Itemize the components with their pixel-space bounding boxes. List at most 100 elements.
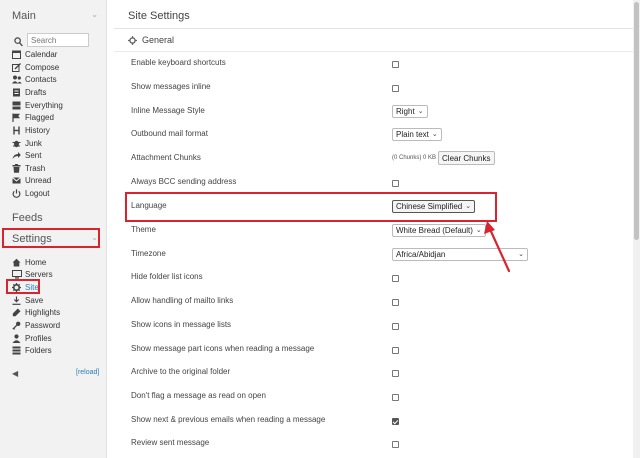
sidebar-item-everything[interactable]: Everything: [12, 99, 63, 111]
collapse-sidebar-icon[interactable]: ◀: [12, 369, 18, 378]
setting-row-always-bcc: Always BCC sending address: [114, 170, 633, 194]
unread-icon: [12, 176, 25, 185]
chevron-down-icon: ⌄: [518, 251, 524, 258]
setting-row-mailto-links: Allow handling of mailto links: [114, 289, 633, 313]
setting-label: Show messages inline: [131, 82, 211, 91]
setting-row-archive-original: Archive to the original folder: [114, 360, 633, 384]
main-content: Site Settings General Enable keyboard sh…: [114, 0, 633, 458]
setting-label: Attachment Chunks: [131, 153, 201, 162]
select-value: Africa/Abidjan: [396, 249, 446, 259]
sidebar-item-compose[interactable]: Compose: [12, 61, 59, 73]
profiles-icon: [12, 333, 25, 343]
main-section-header[interactable]: Main ⌄: [0, 6, 107, 28]
compose-icon: [12, 62, 25, 72]
chevron-down-icon[interactable]: ⌄: [91, 10, 98, 19]
part-icons-checkbox[interactable]: [392, 346, 399, 354]
setting-row-dont-flag-read: Don't flag a message as read on open: [114, 384, 633, 408]
sidebar-item-calendar[interactable]: Calendar: [12, 48, 57, 60]
flag-icon: [12, 113, 25, 122]
setting-label: Enable keyboard shortcuts: [131, 58, 226, 67]
sidebar-item-history[interactable]: History: [12, 124, 50, 136]
sidebar-item-flagged[interactable]: Flagged: [12, 111, 54, 123]
page-title: Site Settings: [128, 10, 190, 22]
chevron-down-icon: ⌄: [431, 131, 438, 138]
search-input[interactable]: [27, 33, 89, 47]
highlights-icon: [12, 308, 25, 317]
sidebar-item-junk[interactable]: Junk: [12, 137, 42, 149]
settings-highlight-box: [2, 228, 100, 248]
sidebar-item-unread[interactable]: Unread: [12, 174, 51, 186]
sidebar-item-highlights[interactable]: Highlights: [12, 306, 60, 318]
dont-flag-read-checkbox[interactable]: [392, 393, 399, 401]
sidebar-item-sent[interactable]: Sent: [12, 149, 41, 161]
setting-label: Allow handling of mailto links: [131, 296, 234, 305]
setting-label: Don't flag a message as read on open: [131, 391, 266, 400]
drafts-icon: [12, 88, 25, 97]
setting-row-next-prev: Show next & previous emails when reading…: [114, 408, 633, 432]
chunks-info: (0 Chunks) 0 KB: [392, 155, 437, 161]
sidebar-item-trash[interactable]: Trash: [12, 162, 45, 174]
sidebar-item-label: Sent: [25, 150, 42, 160]
setting-label: Inline Message Style: [131, 106, 205, 115]
sent-icon: [12, 151, 25, 160]
sidebar-item-password[interactable]: Password: [12, 319, 60, 331]
sidebar-item-label: Flagged: [25, 112, 54, 122]
sidebar-item-contacts[interactable]: Contacts: [12, 73, 57, 85]
sidebar-item-label: Contacts: [25, 74, 57, 84]
setting-row-outbound-format: Outbound mail format Plain text ⌄: [114, 122, 633, 146]
icons-message-lists-checkbox[interactable]: [392, 322, 399, 330]
search-box: [12, 33, 90, 48]
sidebar-item-home[interactable]: Home: [12, 256, 46, 268]
sidebar-item-drafts[interactable]: Drafts: [12, 86, 46, 98]
history-icon: [12, 126, 25, 135]
language-highlight-box: [125, 192, 497, 222]
always-bcc-checkbox[interactable]: [392, 179, 399, 187]
sidebar-item-label: Junk: [25, 138, 42, 148]
chevron-down-icon: ⌄: [417, 108, 424, 115]
theme-select[interactable]: White Bread (Default) ⌄: [392, 223, 486, 237]
setting-label: Review sent message: [131, 438, 210, 447]
reload-link[interactable]: [reload]: [76, 369, 99, 376]
site-highlight-box: [6, 279, 40, 294]
feeds-section-title: Feeds: [12, 212, 43, 224]
servers-icon: [12, 269, 25, 279]
inline-style-select[interactable]: Right ⌄: [392, 104, 428, 118]
sidebar-item-label: Calendar: [25, 49, 58, 59]
hide-folder-icons-checkbox[interactable]: [392, 274, 399, 282]
setting-row-attachment-chunks: Attachment Chunks (0 Chunks) 0 KB Clear …: [114, 146, 633, 170]
key-icon: [12, 321, 25, 330]
sidebar-item-label: Highlights: [25, 307, 61, 317]
clear-chunks-button[interactable]: Clear Chunks: [438, 151, 495, 165]
outbound-format-select[interactable]: Plain text ⌄: [392, 127, 442, 141]
save-icon: [12, 296, 25, 305]
setting-label: Theme: [131, 225, 156, 234]
trash-icon: [12, 163, 25, 173]
setting-label: Timezone: [131, 249, 166, 258]
everything-icon: [12, 101, 25, 110]
setting-label: Always BCC sending address: [131, 177, 237, 186]
mailto-links-checkbox[interactable]: [392, 298, 399, 306]
home-icon: [12, 258, 25, 267]
review-sent-checkbox[interactable]: [392, 440, 399, 448]
next-prev-checkbox[interactable]: [392, 417, 399, 425]
sidebar-item-save[interactable]: Save: [12, 294, 43, 306]
sidebar-item-folders[interactable]: Folders: [12, 344, 52, 356]
red-arrow-annotation: [484, 221, 511, 273]
keyboard-shortcuts-checkbox[interactable]: [392, 60, 399, 68]
sidebar-item-label: Logout: [25, 188, 50, 198]
messages-inline-checkbox[interactable]: [392, 84, 399, 92]
general-group-header[interactable]: General: [128, 35, 174, 45]
archive-original-checkbox[interactable]: [392, 369, 399, 377]
setting-label: Archive to the original folder: [131, 367, 231, 376]
select-value: Plain text: [396, 129, 429, 139]
sidebar-item-profiles[interactable]: Profiles: [12, 332, 52, 344]
sidebar-item-label: Servers: [25, 269, 53, 279]
sidebar-item-label: Save: [25, 295, 44, 305]
scrollbar-thumb[interactable]: [634, 2, 639, 240]
setting-row-keyboard-shortcuts: Enable keyboard shortcuts: [114, 51, 633, 75]
feeds-section-header[interactable]: Feeds: [0, 208, 107, 230]
sidebar-item-label: Drafts: [25, 87, 47, 97]
divider: [114, 28, 633, 29]
sidebar-item-logout[interactable]: Logout: [12, 187, 49, 199]
setting-row-icons-message-lists: Show icons in message lists: [114, 313, 633, 337]
